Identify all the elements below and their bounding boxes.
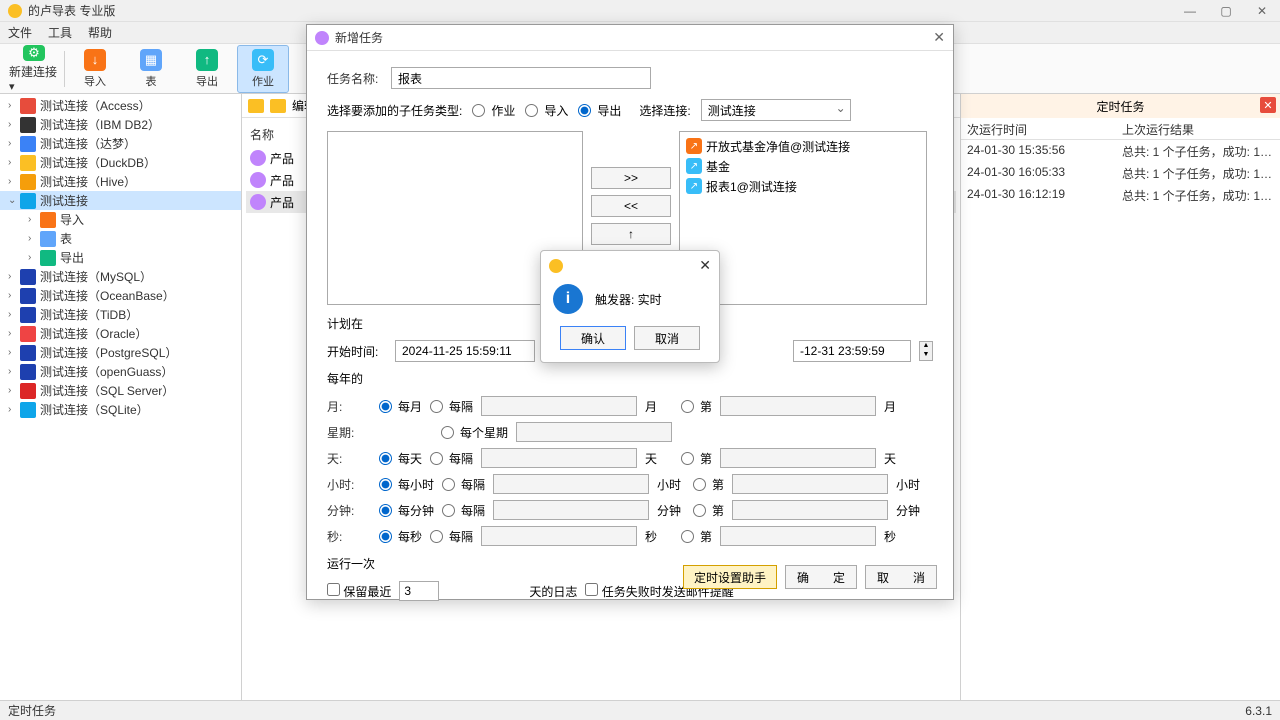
statusbar: 定时任务 6.3.1 [0, 700, 1280, 720]
connection-item[interactable]: ›测试连接（PostgreSQL） [0, 343, 241, 362]
connection-child-item[interactable]: ›导入 [0, 210, 241, 229]
task-name-input[interactable] [391, 67, 651, 89]
job-icon: ⟳ [252, 49, 274, 71]
alert-app-icon [549, 259, 563, 273]
dialog-close-icon[interactable]: ✕ [933, 29, 945, 46]
alert-ok-button[interactable]: 确认 [560, 326, 626, 350]
connection-item[interactable]: ›测试连接（IBM DB2） [0, 115, 241, 134]
transfer-item[interactable]: ↗报表1@测试连接 [684, 176, 922, 196]
table-button[interactable]: ▦ 表 [125, 45, 177, 93]
scheduled-tasks-header: 定时任务 ✕ [961, 94, 1280, 118]
link-icon: ⚙ [23, 45, 45, 61]
job-item-icon [250, 150, 266, 166]
folder-icon [248, 99, 264, 113]
schedule-row-week: 星期: 每个星期 [327, 419, 933, 445]
col-run-time: 次运行时间 [961, 118, 1116, 139]
move-right-button[interactable]: >> [591, 167, 671, 189]
connection-select[interactable]: 测试连接 [701, 99, 851, 121]
window-title: 的卢导表 专业版 [28, 2, 1180, 19]
transfer-item[interactable]: ↗基金 [684, 156, 922, 176]
subtype-label: 选择要添加的子任务类型: [327, 102, 462, 119]
right-panel: 定时任务 ✕ 次运行时间 上次运行结果 24-01-30 15:35:56总共:… [960, 94, 1280, 700]
transfer-item[interactable]: ↗开放式基金净值@测试连接 [684, 136, 922, 156]
start-time-label: 开始时间: [327, 343, 387, 360]
menu-help[interactable]: 帮助 [88, 24, 112, 41]
schedule-row-second: 秒: 每秒 每隔秒 第秒 [327, 523, 933, 549]
import-button[interactable]: ↓ 导入 [69, 45, 121, 93]
keep-log-checkbox[interactable]: 保留最近 [327, 583, 391, 600]
import-icon: ↓ [84, 49, 106, 71]
connection-item[interactable]: ›测试连接（MySQL） [0, 267, 241, 286]
connection-child-item[interactable]: ›表 [0, 229, 241, 248]
menu-tools[interactable]: 工具 [48, 24, 72, 41]
job-item-icon [250, 194, 266, 210]
table-row[interactable]: 24-01-30 16:05:33总共: 1 个子任务，成功: 1… [961, 162, 1280, 184]
radio-job[interactable]: 作业 [472, 102, 515, 119]
connection-item[interactable]: ›测试连接（TiDB） [0, 305, 241, 324]
sidebar: ›测试连接（Access）›测试连接（IBM DB2）›测试连接（达梦）›测试连… [0, 94, 242, 700]
connection-item[interactable]: ›测试连接（OceanBase） [0, 286, 241, 305]
app-icon [8, 4, 22, 18]
schedule-row-day: 天: 每天 每隔天 第天 [327, 445, 933, 471]
schedule-row-month: 月: 每月 每隔月 第月 [327, 393, 933, 419]
alert-dialog: ✕ i 触发器: 实时 确认 取消 [540, 250, 720, 363]
menu-file[interactable]: 文件 [8, 24, 32, 41]
schedule-helper-button[interactable]: 定时设置助手 [683, 565, 777, 589]
radio-import[interactable]: 导入 [525, 102, 568, 119]
move-left-button[interactable]: << [591, 195, 671, 217]
close-button[interactable]: ✕ [1252, 3, 1272, 19]
table-row[interactable]: 24-01-30 16:12:19总共: 1 个子任务，成功: 1… [961, 184, 1280, 206]
schedule-row-hour: 小时: 每小时 每隔小时 第小时 [327, 471, 933, 497]
task-name-label: 任务名称: [327, 70, 391, 87]
table-icon: ▦ [140, 49, 162, 71]
export-icon: ↑ [196, 49, 218, 71]
schedule-row-minute: 分钟: 每分钟 每隔分钟 第分钟 [327, 497, 933, 523]
version-label: 6.3.1 [1245, 704, 1272, 718]
info-icon: i [553, 284, 583, 314]
status-left: 定时任务 [8, 702, 56, 719]
export-button[interactable]: ↑ 导出 [181, 45, 233, 93]
maximize-button[interactable]: ▢ [1216, 3, 1236, 19]
dialog-icon [315, 31, 329, 45]
connection-item[interactable]: ›测试连接（Hive） [0, 172, 241, 191]
alert-message: 触发器: 实时 [595, 291, 662, 308]
start-time-input[interactable] [395, 340, 535, 362]
cancel-button[interactable]: 取 消 [865, 565, 937, 589]
keep-log-days[interactable] [399, 581, 439, 601]
table-row[interactable]: 24-01-30 15:35:56总共: 1 个子任务，成功: 1… [961, 140, 1280, 162]
alert-close-icon[interactable]: ✕ [699, 257, 711, 274]
alert-cancel-button[interactable]: 取消 [634, 326, 700, 350]
connection-item[interactable]: ›测试连接（Oracle） [0, 324, 241, 343]
conn-label: 选择连接: [639, 102, 690, 119]
connection-item[interactable]: ›测试连接（达梦） [0, 134, 241, 153]
ok-button[interactable]: 确 定 [785, 565, 857, 589]
titlebar: 的卢导表 专业版 — ▢ ✕ [0, 0, 1280, 22]
dialog-title: 新增任务 [335, 29, 933, 46]
connection-item[interactable]: ›测试连接（SQLite） [0, 400, 241, 419]
folder-icon [270, 99, 286, 113]
connection-child-item[interactable]: ›导出 [0, 248, 241, 267]
job-item-icon [250, 172, 266, 188]
job-button[interactable]: ⟳ 作业 [237, 45, 289, 93]
connection-item[interactable]: ›测试连接（Access） [0, 96, 241, 115]
new-connection-button[interactable]: ⚙ 新建连接 ▾ [8, 45, 60, 93]
connection-item[interactable]: ›测试连接（DuckDB） [0, 153, 241, 172]
end-time-input[interactable] [793, 340, 911, 362]
end-spinner[interactable]: ▲▼ [919, 341, 933, 361]
connection-item[interactable]: ›测试连接（openGuass） [0, 362, 241, 381]
close-panel-icon[interactable]: ✕ [1260, 97, 1276, 113]
connection-item[interactable]: ⌄测试连接 [0, 191, 241, 210]
connection-item[interactable]: ›测试连接（SQL Server） [0, 381, 241, 400]
every-year-label: 每年的 [327, 370, 933, 387]
col-result: 上次运行结果 [1116, 118, 1280, 139]
move-up-button[interactable]: ↑ [591, 223, 671, 245]
minimize-button[interactable]: — [1180, 3, 1200, 19]
radio-export[interactable]: 导出 [578, 102, 621, 119]
